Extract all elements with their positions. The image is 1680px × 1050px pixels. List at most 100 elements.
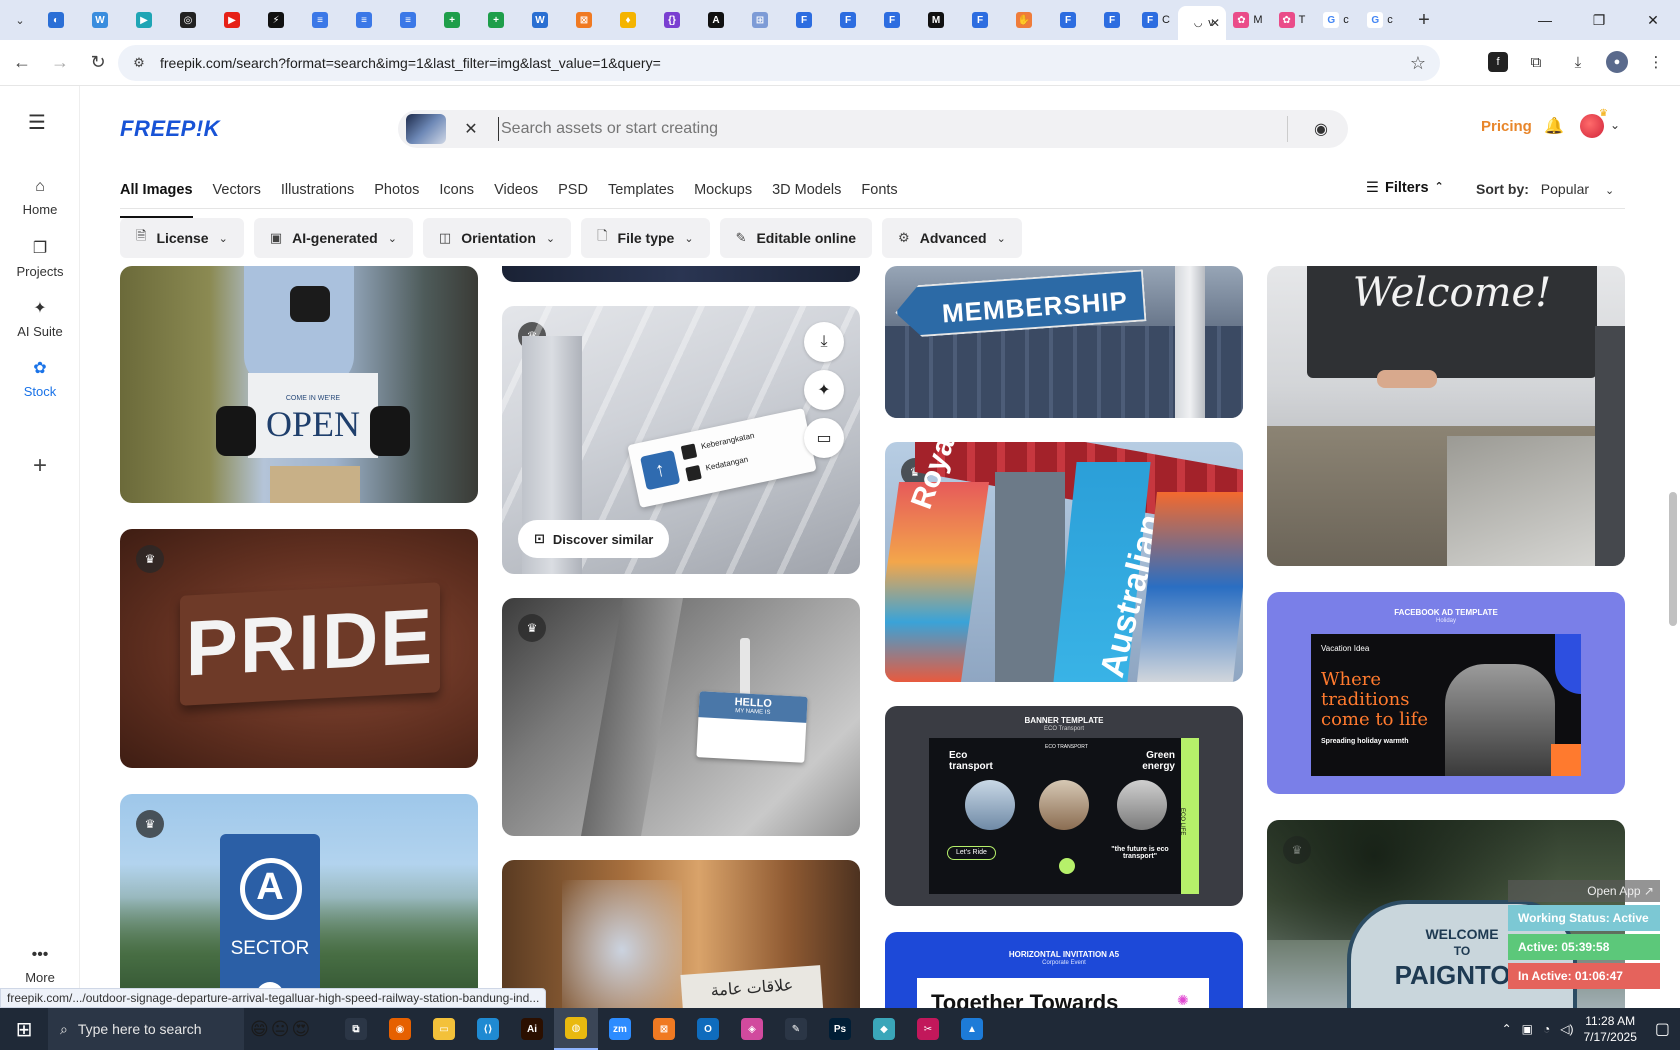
search-image-thumbnail[interactable]	[406, 114, 446, 144]
image-card-partial-top[interactable]	[502, 266, 860, 282]
image-card-open-sign[interactable]: COME IN WE'RE OPEN	[120, 266, 478, 503]
save-to-collection-button[interactable]: ▭	[804, 418, 844, 458]
tab-icons[interactable]: Icons	[439, 180, 474, 220]
taskbar-app-app-blue[interactable]: ▲	[950, 1008, 994, 1050]
reload-button[interactable]: ↻	[82, 47, 114, 79]
browser-menu-icon[interactable]: ⋮	[1642, 48, 1670, 76]
browser-tab[interactable]: W	[78, 4, 122, 36]
browser-tab[interactable]: ◎	[166, 4, 210, 36]
tab-fonts[interactable]: Fonts	[861, 180, 897, 220]
browser-tab[interactable]: ⊞	[738, 4, 782, 36]
notification-icon[interactable]: ▢	[1655, 1019, 1670, 1039]
filter-license[interactable]: 🗎 License ⌄	[120, 218, 244, 258]
start-button[interactable]: ⊞	[0, 1008, 48, 1050]
taskbar-app-chrome[interactable]: ◍	[554, 1008, 598, 1050]
browser-tab[interactable]: F	[826, 4, 870, 36]
image-card-pride[interactable]: ♛ PRIDE	[120, 529, 478, 768]
scrollbar-thumb[interactable]	[1669, 492, 1677, 626]
tab-videos[interactable]: Videos	[494, 180, 538, 220]
chevron-up-icon[interactable]: ⌃	[1502, 1022, 1512, 1036]
browser-tab[interactable]: +	[474, 4, 518, 36]
nav-more[interactable]: ••• More	[0, 946, 80, 985]
restore-icon[interactable]: ❐	[1572, 0, 1626, 40]
browser-tab[interactable]: FC	[1134, 4, 1178, 36]
chevron-down-icon[interactable]: ⌄	[1610, 118, 1620, 132]
taskbar-app-snipping[interactable]: ✂	[906, 1008, 950, 1050]
taskbar-app-vscode[interactable]: ⟨⟩	[466, 1008, 510, 1050]
image-card-name-badge[interactable]: ♛ HELLO MY NAME IS	[502, 598, 860, 836]
user-avatar[interactable]: ♛	[1580, 108, 1608, 138]
taskbar-app-firefox[interactable]: ◉	[378, 1008, 422, 1050]
image-card-station-sign[interactable]: ♛ ↑ Keberangkatan Kedatangan ⤓ ✦ ▭ ⊡ Dis…	[502, 306, 860, 574]
tab-mockups[interactable]: Mockups	[694, 180, 752, 220]
browser-tab[interactable]: Gc	[1358, 4, 1402, 36]
close-tab-icon[interactable]: ✕	[1210, 16, 1220, 30]
network-icon[interactable]: ▣	[1522, 1022, 1533, 1036]
browser-tab[interactable]: ⊠	[562, 4, 606, 36]
browser-tab[interactable]: ≡	[342, 4, 386, 36]
search-highlight-emoji[interactable]: 😄 😐 😍	[244, 1008, 334, 1050]
browser-tab[interactable]: Gc	[1314, 4, 1358, 36]
image-card-membership[interactable]: MEMBERSHIP	[885, 266, 1243, 418]
tab-photos[interactable]: Photos	[374, 180, 419, 220]
image-card-australian[interactable]: ♛ Royal Australian	[885, 442, 1243, 682]
sort-dropdown[interactable]: Sort by: Popular ⌄	[1476, 181, 1614, 197]
browser-tab[interactable]: ◐	[34, 4, 78, 36]
search-input[interactable]	[498, 117, 1258, 141]
browser-tab[interactable]: ♦	[606, 4, 650, 36]
browser-tab[interactable]: ▶	[210, 4, 254, 36]
browser-tab[interactable]: F	[958, 4, 1002, 36]
pricing-link[interactable]: Pricing	[1481, 118, 1532, 135]
filter-editable-online[interactable]: ✎ Editable online	[719, 218, 873, 258]
new-tab-button[interactable]: +	[1410, 6, 1438, 34]
page-scrollbar[interactable]	[1666, 86, 1680, 1008]
browser-tab[interactable]: M	[914, 4, 958, 36]
extensions-icon[interactable]: ⧉	[1522, 48, 1550, 76]
image-card-facebook-ad[interactable]: FACEBOOK AD TEMPLATE Holiday Vacation Id…	[1267, 592, 1625, 794]
browser-tab[interactable]: ✋	[1002, 4, 1046, 36]
download-icon[interactable]: ⤓	[1564, 48, 1592, 76]
nav-item-ai-suite[interactable]: ✦ AI Suite	[0, 298, 80, 339]
image-card-banner-template[interactable]: BANNER TEMPLATE ECO Transport Eco transp…	[885, 706, 1243, 906]
taskbar-app-photoshop[interactable]: Ps	[818, 1008, 862, 1050]
nav-item-projects[interactable]: ❐ Projects	[0, 238, 80, 279]
filter-ai-generated[interactable]: ▣ AI-generated ⌄	[253, 218, 413, 258]
taskbar-app-zoom[interactable]: zm	[598, 1008, 642, 1050]
browser-tab[interactable]: A	[694, 4, 738, 36]
taskbar-app-app-orange[interactable]: ⊠	[642, 1008, 686, 1050]
browser-tab[interactable]: ▶	[122, 4, 166, 36]
browser-tab[interactable]: {}	[650, 4, 694, 36]
tab-illustrations[interactable]: Illustrations	[281, 180, 354, 220]
tab-vectors[interactable]: Vectors	[213, 180, 261, 220]
image-card-welcome-board[interactable]: Welcome!	[1267, 266, 1625, 566]
address-bar[interactable]: ⚙ freepik.com/search?format=search&img=1…	[118, 45, 1440, 81]
taskbar-app-app-gradient[interactable]: ◈	[730, 1008, 774, 1050]
browser-tab[interactable]: F	[782, 4, 826, 36]
taskbar-app-pen-tool[interactable]: ✎	[774, 1008, 818, 1050]
image-card-invitation[interactable]: HORIZONTAL INVITATION A5 Corporate Event…	[885, 932, 1243, 1008]
taskbar-app-outlook[interactable]: O	[686, 1008, 730, 1050]
image-card-sector[interactable]: ♛ A SECTOR	[120, 794, 478, 1008]
image-card-arabic-desk[interactable]: علاقات عامة	[502, 860, 860, 1008]
filter-orientation[interactable]: ◫ Orientation ⌄	[422, 218, 572, 258]
browser-tab[interactable]: F	[1046, 4, 1090, 36]
tab-search-button[interactable]: ⌄	[6, 6, 34, 34]
freepik-logo[interactable]: FREEP!K	[120, 116, 220, 142]
hamburger-menu-icon[interactable]: ☰	[28, 110, 46, 135]
browser-tab[interactable]: ≡	[386, 4, 430, 36]
browser-tab[interactable]: W	[518, 4, 562, 36]
extension-f-icon[interactable]: f	[1488, 52, 1508, 72]
nav-item-home[interactable]: ⌂ Home	[0, 178, 80, 217]
browser-tab[interactable]: F	[870, 4, 914, 36]
notification-bell-icon[interactable]: 🔔	[1544, 116, 1564, 136]
filters-toggle[interactable]: ☰ Filters ⌃	[1366, 180, 1444, 196]
taskbar-app-file-explorer[interactable]: ▭	[422, 1008, 466, 1050]
download-button[interactable]: ⤓	[804, 322, 844, 362]
tab-templates[interactable]: Templates	[608, 180, 674, 220]
browser-tab[interactable]: ✿ M	[1226, 4, 1270, 36]
taskbar-search[interactable]: ⌕ Type here to search	[48, 1008, 244, 1050]
tab-psd[interactable]: PSD	[558, 180, 588, 220]
close-window-icon[interactable]: ✕	[1626, 0, 1680, 40]
back-button[interactable]: ←	[6, 47, 38, 79]
open-app-link[interactable]: Open App ↗	[1508, 880, 1660, 902]
